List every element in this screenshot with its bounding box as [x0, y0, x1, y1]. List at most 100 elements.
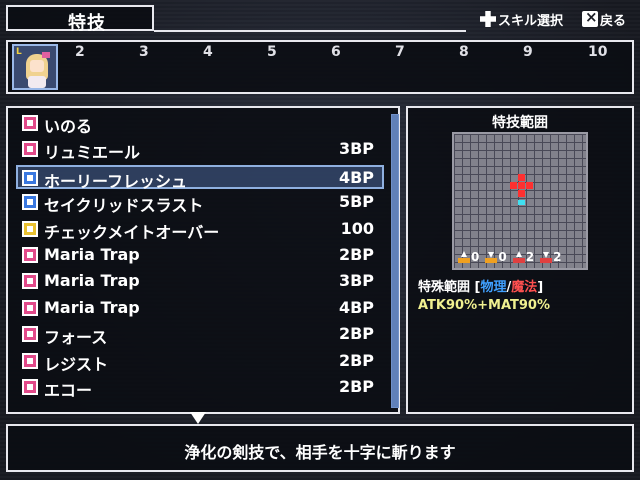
leader-portrait[interactable]: L — [12, 44, 58, 90]
portrait-face — [30, 60, 44, 72]
stat-value: 0 — [471, 250, 480, 264]
arrow-up-icon — [512, 251, 525, 263]
skill-cost: 4BP — [338, 297, 374, 317]
skill-name: レジスト — [44, 354, 109, 374]
damage-formula: ATK90%+MAT90% — [418, 298, 550, 313]
skill-row[interactable]: レジスト 2BP — [18, 350, 382, 374]
magic-icon — [22, 194, 38, 211]
skill-row[interactable]: Maria Trap 4BP — [18, 297, 382, 321]
skill-name: リュミエール — [44, 143, 141, 163]
magic-icon — [22, 169, 38, 186]
party-bar: L 2 3 4 5 6 7 8 9 10 — [6, 40, 634, 94]
party-slot-4[interactable]: 4 — [203, 44, 213, 60]
skill-row[interactable]: Maria Trap 3BP — [18, 270, 382, 294]
page-title: 特技 — [68, 13, 106, 34]
skill-name: チェックメイトオーバー — [44, 222, 220, 242]
skill-name: Maria Trap — [44, 245, 140, 264]
range-cell-hit — [518, 174, 525, 181]
bracket-open: [ — [470, 280, 481, 295]
skill-row-selected[interactable]: ホーリーフレッシュ 4BP — [16, 164, 384, 191]
skill-cost: 4BP — [338, 167, 374, 187]
skill-row[interactable]: フォース 2BP — [18, 323, 382, 347]
description-box: 浄化の剣技で、相手を十字に斬ります — [6, 424, 634, 472]
range-type: 特殊範囲 [物理/魔法] — [418, 276, 543, 295]
portrait-ribbon — [42, 52, 50, 58]
range-cell-hit — [510, 182, 517, 189]
skill-row[interactable]: Maria Trap 2BP — [18, 244, 382, 268]
stat-up-2: 2 — [512, 248, 535, 266]
range-title: 特技範囲 — [492, 115, 548, 131]
party-slot-7[interactable]: 7 — [395, 44, 405, 60]
skill-row[interactable]: エコー 2BP — [18, 376, 382, 400]
skill-cost: 5BP — [338, 192, 374, 212]
voice-icon — [22, 379, 38, 395]
party-slot-5[interactable]: 5 — [267, 44, 277, 60]
party-slot-2[interactable]: 2 — [75, 44, 85, 60]
trap-icon — [22, 247, 38, 263]
skill-cost: 100 — [340, 218, 374, 238]
title-underline — [154, 30, 466, 32]
voice-icon — [22, 352, 38, 369]
back-label: 戻る — [600, 13, 627, 29]
skill-name: Maria Trap — [44, 297, 140, 317]
party-slot-6[interactable]: 6 — [331, 44, 341, 60]
stat-value: 2 — [553, 250, 562, 264]
skill-cost: 2BP — [338, 245, 374, 264]
arrow-up-icon — [458, 251, 470, 263]
range-cell-hit — [518, 182, 525, 189]
stat-down-1: 0 — [485, 248, 507, 266]
trap-icon — [22, 299, 38, 316]
skill-select-hint[interactable]: スキル選択 — [480, 9, 563, 29]
back-hint[interactable]: 戻る — [582, 8, 627, 29]
skill-name: ホーリーフレッシュ — [44, 171, 188, 191]
range-cell-hit — [518, 190, 525, 197]
skill-row[interactable]: いのる — [18, 112, 382, 136]
range-cell-hit — [526, 182, 533, 189]
scrollbar[interactable] — [391, 114, 399, 408]
dpad-icon — [480, 11, 496, 27]
trap-icon — [22, 273, 38, 290]
portrait-body — [28, 76, 46, 88]
skill-description: 浄化の剣技で、相手を十字に斬ります — [184, 443, 456, 462]
skill-cost: 2BP — [338, 377, 374, 396]
scroll-down-arrow-icon — [190, 412, 206, 424]
party-slot-10[interactable]: 10 — [588, 44, 607, 60]
magical-label: 魔法 — [511, 280, 538, 295]
party-slot-8[interactable]: 8 — [459, 44, 469, 60]
skill-select-label: スキル選択 — [498, 13, 564, 29]
skill-list: いのるリュミエール 3BP ホーリーフレッシュ 4BP セイクリッドスラスト 5BP チェッ… — [6, 106, 400, 414]
title-box: 特技 — [6, 5, 154, 34]
range-stats: 0 0 2 2 — [458, 248, 561, 266]
skill-cost: 2BP — [338, 324, 374, 344]
special-icon — [22, 220, 38, 237]
stat-down-2: 2 — [540, 248, 561, 266]
skill-cost: 3BP — [338, 271, 374, 291]
skill-name: セイクリッドスラスト — [44, 196, 204, 216]
skill-row[interactable]: セイクリッドスラスト 5BP — [18, 191, 382, 215]
skill-name: Maria Trap — [44, 271, 140, 291]
stat-value: 2 — [525, 250, 535, 264]
skill-name: いのる — [44, 117, 93, 136]
party-slot-9[interactable]: 9 — [523, 44, 533, 60]
magic-icon — [22, 141, 38, 158]
skill-row[interactable]: リュミエール 3BP — [18, 138, 382, 162]
x-button-icon — [582, 8, 598, 27]
range-type-label: 特殊範囲 — [418, 280, 471, 295]
range-panel: 特技範囲 0 0 2 2 特殊範囲 [物理/魔法] ATK90%+MAT90% — [406, 106, 634, 414]
arrow-down-icon — [485, 251, 498, 263]
stat-up-1: 0 — [458, 248, 479, 266]
range-cell-user — [518, 200, 525, 205]
physical-label: 物理 — [480, 280, 507, 295]
skill-row[interactable]: チェックメイトオーバー 100 — [18, 218, 382, 242]
voice-icon — [22, 326, 38, 343]
skill-cost: 3BP — [338, 139, 374, 159]
stat-value: 0 — [498, 250, 507, 264]
skill-cost: 2BP — [338, 350, 374, 370]
arrow-down-icon — [540, 251, 553, 263]
scrollbar-thumb[interactable] — [392, 115, 398, 407]
leader-tag: L — [16, 47, 22, 57]
pray-icon — [22, 115, 38, 131]
party-slot-3[interactable]: 3 — [139, 44, 149, 60]
bracket-close: ] — [537, 280, 544, 295]
skill-name: フォース — [44, 328, 108, 348]
